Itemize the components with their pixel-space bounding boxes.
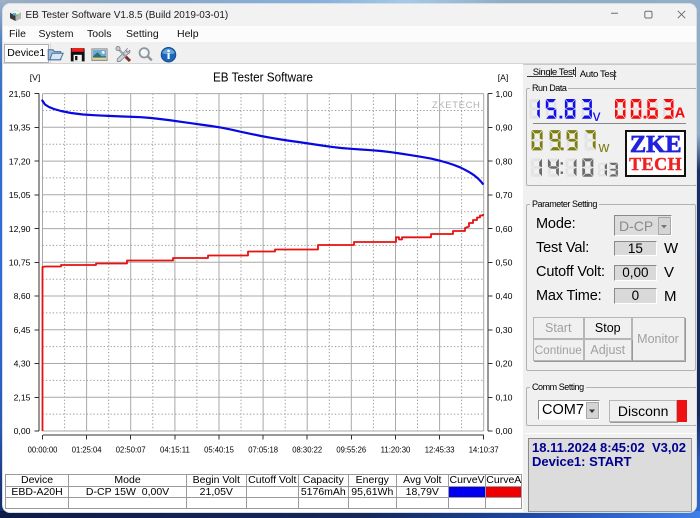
svg-text:w: w	[598, 139, 610, 156]
svg-text:A: A	[675, 105, 686, 121]
svg-text:v: v	[593, 108, 601, 125]
